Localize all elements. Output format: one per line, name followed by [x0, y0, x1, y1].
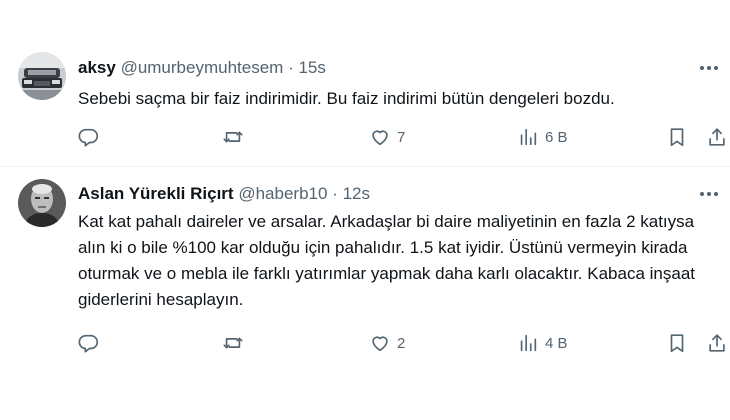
reply-icon [78, 128, 99, 147]
bookmark-button[interactable] [666, 330, 688, 356]
avatar-portrait-image [18, 179, 66, 227]
tweet-time[interactable]: 15s [298, 58, 325, 77]
like-count: 7 [397, 128, 406, 146]
retweet-button[interactable] [222, 124, 250, 150]
heart-icon [372, 336, 388, 352]
tweet[interactable]: Aslan Yürekli Riçırt @haberb10 · 12s Kat… [0, 167, 730, 420]
bookmark-icon [670, 128, 684, 147]
tweet-actions: 2 4 B [0, 330, 730, 356]
separator-dot: · [332, 184, 338, 203]
share-button[interactable] [706, 124, 728, 150]
tweet-text: Sebebi saçma bir faiz indirimidir. Bu fa… [78, 89, 615, 108]
reply-button[interactable] [78, 124, 106, 150]
bookmark-button[interactable] [666, 124, 688, 150]
like-button[interactable]: 7 [369, 124, 405, 150]
views-count: 6 B [545, 128, 568, 146]
reply-icon [78, 334, 99, 353]
retweet-button[interactable] [222, 330, 250, 356]
tweet[interactable]: aksy @umurbeymuhtesem · 15s Sebebi saçma… [0, 0, 730, 166]
more-icon[interactable] [696, 184, 722, 204]
bookmark-icon [670, 334, 684, 353]
views-button[interactable]: 4 B [517, 330, 568, 356]
author-name[interactable]: aksy [78, 58, 116, 77]
share-icon [709, 334, 725, 352]
retweet-icon [223, 337, 243, 349]
avatar-car-image [18, 52, 66, 100]
author-handle[interactable]: @umurbeymuhtesem [121, 58, 284, 77]
like-button[interactable]: 2 [369, 330, 405, 356]
author-handle[interactable]: @haberb10 [238, 184, 327, 203]
avatar[interactable] [18, 52, 66, 100]
tweet-header: aksy @umurbeymuhtesem · 15s [78, 58, 326, 78]
share-icon [709, 128, 725, 146]
tweet-header: Aslan Yürekli Riçırt @haberb10 · 12s [78, 184, 370, 204]
more-icon[interactable] [696, 58, 722, 78]
views-count: 4 B [545, 334, 568, 352]
retweet-icon [223, 131, 243, 143]
tweet-text: Kat kat pahalı daireler ve arsalar. Arka… [78, 212, 695, 309]
like-count: 2 [397, 334, 406, 352]
share-button[interactable] [706, 330, 728, 356]
separator-dot: · [288, 58, 294, 77]
reply-button[interactable] [78, 330, 106, 356]
views-icon [520, 334, 537, 352]
tweet-actions: 7 6 B [0, 124, 730, 150]
author-name[interactable]: Aslan Yürekli Riçırt [78, 184, 234, 203]
heart-icon [372, 130, 388, 146]
views-button[interactable]: 6 B [517, 124, 568, 150]
views-icon [520, 128, 537, 146]
avatar[interactable] [18, 179, 66, 227]
tweet-time[interactable]: 12s [343, 184, 370, 203]
